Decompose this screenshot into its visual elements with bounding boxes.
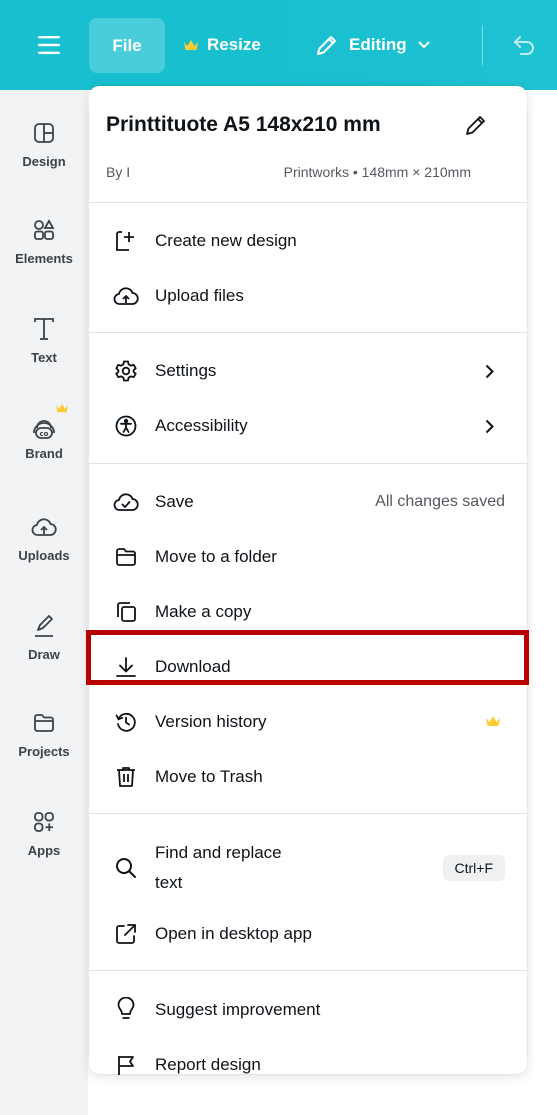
crown-icon <box>183 39 199 52</box>
cloud-check-icon <box>112 488 140 516</box>
accessibility-icon <box>112 412 140 440</box>
rename-pencil-icon[interactable] <box>464 113 490 139</box>
menu-item-version-history[interactable]: Version history <box>89 700 527 744</box>
layout-icon <box>29 118 59 148</box>
menu-item-move-to-trash[interactable]: Move to Trash <box>89 755 527 799</box>
menu-item-label: Save <box>155 492 194 511</box>
sidebar-item-label: Elements <box>15 251 73 266</box>
menu-item-open-desktop-app[interactable]: Open in desktop app <box>89 912 527 956</box>
copy-icon <box>112 598 140 626</box>
menu-item-accessibility[interactable]: Accessibility <box>89 404 527 448</box>
sidebar-item-label: Text <box>31 350 57 365</box>
design-dimensions: Printworks • 148mm × 210mm <box>283 164 471 180</box>
sidebar-item-label: Uploads <box>18 548 70 563</box>
sidebar-item-apps[interactable]: Apps <box>0 807 88 858</box>
find-replace-line-1: Find and replace <box>155 843 282 862</box>
menu-item-label: Report design <box>155 1055 261 1074</box>
lightbulb-icon <box>112 996 140 1024</box>
menu-item-upload-files[interactable]: Upload files <box>89 274 527 318</box>
file-dropdown-menu: Printtituote A5 148x210 mm By I Printwor… <box>89 86 527 1075</box>
file-button-label: File <box>112 35 142 55</box>
find-replace-line-2: text <box>155 873 183 892</box>
sidebar-item-elements[interactable]: Elements <box>0 215 88 266</box>
sidebar-item-label: Apps <box>27 843 61 858</box>
menu-divider <box>89 332 527 333</box>
keyboard-shortcut: Ctrl+F <box>442 855 505 881</box>
cloud-upload-icon <box>112 282 140 310</box>
add-design-icon <box>112 227 140 255</box>
top-toolbar: File Resize Editing <box>0 0 557 90</box>
download-icon <box>112 653 140 681</box>
menu-item-find-replace[interactable]: Find and replace text Ctrl+F <box>89 834 527 902</box>
folder-icon <box>29 708 59 738</box>
menu-item-label: Suggest improvement <box>155 1000 321 1019</box>
brand-icon: co <box>29 403 68 440</box>
shapes-icon <box>29 215 59 245</box>
menu-item-move-to-folder[interactable]: Move to a folder <box>89 535 527 579</box>
menu-item-make-copy[interactable]: Make a copy <box>89 590 527 634</box>
resize-button[interactable]: Resize <box>183 30 261 60</box>
sidebar-item-uploads[interactable]: Uploads <box>0 512 88 563</box>
menu-item-label: Make a copy <box>155 602 252 621</box>
menu-item-label: Settings <box>155 361 217 380</box>
pen-icon <box>29 611 59 641</box>
editing-mode-button[interactable]: Editing <box>315 26 431 64</box>
chevron-right-icon <box>481 361 497 381</box>
menu-divider <box>89 813 527 814</box>
sidebar-item-text[interactable]: Text <box>0 314 88 365</box>
menu-item-settings[interactable]: Settings <box>89 349 527 393</box>
external-link-icon <box>112 920 140 948</box>
crown-icon <box>55 403 69 414</box>
search-icon <box>112 854 140 882</box>
menu-item-label: Move to a folder <box>155 547 277 566</box>
menu-divider <box>89 970 527 971</box>
menu-item-label: Create new design <box>155 231 297 250</box>
menu-item-label: Accessibility <box>155 416 248 435</box>
sidebar-item-projects[interactable]: Projects <box>0 708 88 759</box>
undo-icon[interactable] <box>509 28 539 62</box>
left-sidebar: Design Elements Text co Brand Uploads Dr… <box>0 90 88 1115</box>
history-icon <box>112 708 140 736</box>
sidebar-item-label: Design <box>22 154 66 169</box>
chevron-right-icon <box>481 416 497 436</box>
menu-item-label: Upload files <box>155 286 244 305</box>
sidebar-item-brand[interactable]: co Brand <box>0 403 88 461</box>
file-menu-button[interactable]: File <box>89 18 165 73</box>
flag-icon <box>112 1051 140 1079</box>
menu-item-save[interactable]: Save All changes saved <box>89 480 527 524</box>
cloud-upload-icon <box>29 512 59 542</box>
resize-label: Resize <box>207 35 261 54</box>
crown-icon <box>485 715 501 729</box>
toolbar-divider <box>482 25 483 65</box>
svg-text:co: co <box>40 430 49 438</box>
text-icon <box>29 314 59 344</box>
menu-item-create-new-design[interactable]: Create new design <box>89 219 527 263</box>
pencil-icon <box>315 33 339 57</box>
sidebar-item-label: Draw <box>28 647 60 662</box>
menu-item-label: Version history <box>155 712 267 731</box>
menu-item-report-design[interactable]: Report design <box>89 1043 527 1087</box>
menu-divider <box>89 202 527 203</box>
design-title[interactable]: Printtituote A5 148x210 mm <box>106 113 381 137</box>
editing-label: Editing <box>349 35 407 54</box>
menu-item-label: Download <box>155 657 231 676</box>
apps-icon <box>29 807 59 837</box>
gear-icon <box>112 357 140 385</box>
sidebar-item-design[interactable]: Design <box>0 118 88 169</box>
menu-item-label: Move to Trash <box>155 767 263 786</box>
menu-item-download[interactable]: Download <box>89 645 527 689</box>
menu-item-label: Find and replace text <box>155 838 282 898</box>
menu-divider <box>89 463 527 464</box>
menu-item-label: Open in desktop app <box>155 924 312 943</box>
sidebar-item-label: Projects <box>18 744 70 759</box>
trash-icon <box>112 763 140 791</box>
design-owner: By I <box>106 164 131 180</box>
hamburger-icon[interactable] <box>34 30 64 60</box>
chevron-down-icon <box>417 40 431 50</box>
folder-icon <box>112 543 140 571</box>
save-status: All changes saved <box>375 493 505 510</box>
menu-item-suggest-improvement[interactable]: Suggest improvement <box>89 988 527 1032</box>
sidebar-item-label: Brand <box>25 446 63 461</box>
sidebar-item-draw[interactable]: Draw <box>0 611 88 662</box>
